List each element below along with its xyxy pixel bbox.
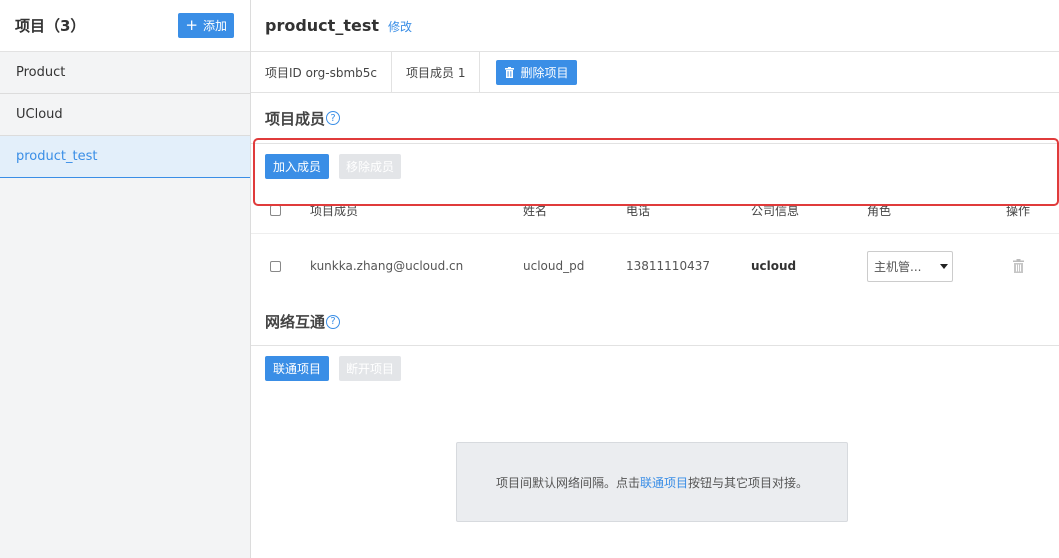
member-company: ucloud [751,259,797,273]
members-section-title: 项目成员 ? [251,93,1059,144]
table-row: kunkka.zhang@ucloud.cn ucloud_pd 1381111… [251,234,1059,298]
sidebar-item-product[interactable]: Product [0,52,250,94]
project-id: 项目ID org-sbmb5c [251,52,393,92]
select-all-checkbox[interactable] [270,205,281,216]
network-section-title: 网络互通 ? [251,298,1059,346]
help-icon[interactable]: ? [326,314,341,329]
delete-project-label: 删除项目 [520,65,569,80]
disconnect-project-button[interactable]: 断开项目 [339,355,402,381]
sidebar: 项目（3） + 添加 Product UCloud product_test [0,0,251,558]
edit-project-link[interactable]: 修改 [388,18,412,35]
network-notice: 项目间默认网络间隔。点击 联通项目 按钮与其它项目对接。 [456,442,848,522]
connect-project-button[interactable]: 联通项目 [265,355,330,381]
select-all-cell [251,205,310,216]
row-highlight-box [253,138,1059,206]
delete-project-cell: 删除项目 [480,52,591,92]
caret-down-icon [940,263,948,269]
page-title: product_test [265,16,379,35]
network-toolbar: 联通项目 断开项目 [251,346,1059,390]
trash-icon[interactable] [1012,259,1024,273]
row-actions-cell [988,259,1048,273]
sidebar-title: 项目（3） [15,17,86,35]
plus-icon: + [185,16,198,34]
member-phone: 13811110437 [626,259,710,273]
row-checkbox[interactable] [270,260,281,272]
app-window: 项目（3） + 添加 Product UCloud product_test p… [0,0,1059,558]
members-title-text: 项目成员 [265,109,326,128]
role-select[interactable]: 主机管... [867,250,953,282]
notice-connect-link[interactable]: 联通项目 [640,474,688,491]
member-name: ucloud_pd [523,259,585,273]
sidebar-item-label: UCloud [16,107,63,122]
add-project-label: 添加 [202,19,227,33]
notice-suffix: 按钮与其它项目对接。 [688,475,809,490]
main-panel: product_test 修改 项目ID org-sbmb5c 项目成员 1 删… [251,0,1059,558]
role-cell: 主机管... [867,250,988,282]
network-title-text: 网络互通 [265,313,326,331]
member-email: kunkka.zhang@ucloud.cn [310,259,464,273]
role-select-value: 主机管... [874,259,922,274]
trash-icon [505,66,515,78]
sidebar-header: 项目（3） + 添加 [0,0,250,52]
sidebar-item-ucloud[interactable]: UCloud [0,94,250,136]
sidebar-item-product-test[interactable]: product_test [0,136,250,178]
sidebar-item-label: Product [16,65,66,80]
project-info-bar: 项目ID org-sbmb5c 项目成员 1 删除项目 [251,52,1059,93]
row-select-cell [251,260,310,272]
main-header: product_test 修改 [251,0,1059,52]
add-project-button[interactable]: + 添加 [178,13,234,38]
delete-project-button[interactable]: 删除项目 [496,59,578,85]
sidebar-item-label: product_test [16,149,98,164]
help-icon[interactable]: ? [326,111,341,125]
notice-prefix: 项目间默认网络间隔。点击 [495,475,640,490]
member-count: 项目成员 1 [392,52,481,92]
